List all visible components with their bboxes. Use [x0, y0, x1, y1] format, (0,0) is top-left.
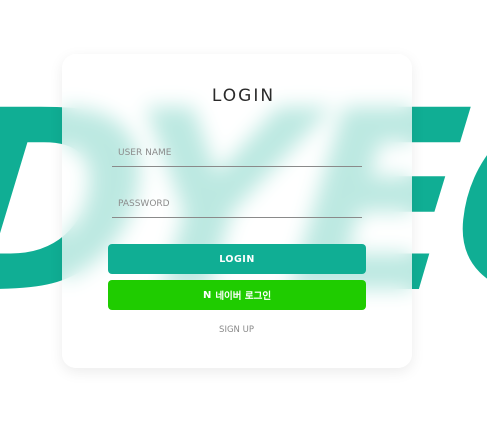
signup-link[interactable]: SIGN UP	[0, 325, 473, 335]
username-field	[112, 140, 362, 167]
password-input[interactable]	[112, 191, 362, 217]
naver-login-label: 네이버 로그인	[215, 291, 272, 302]
username-input[interactable]	[112, 140, 362, 166]
naver-logo-icon: N	[202, 289, 212, 301]
naver-login-button[interactable]: N 네이버 로그인	[108, 280, 366, 310]
login-title: LOGIN	[211, 86, 276, 106]
login-button-label: LOGIN	[219, 253, 255, 265]
password-field	[112, 191, 362, 218]
login-button[interactable]: LOGIN	[108, 244, 366, 274]
